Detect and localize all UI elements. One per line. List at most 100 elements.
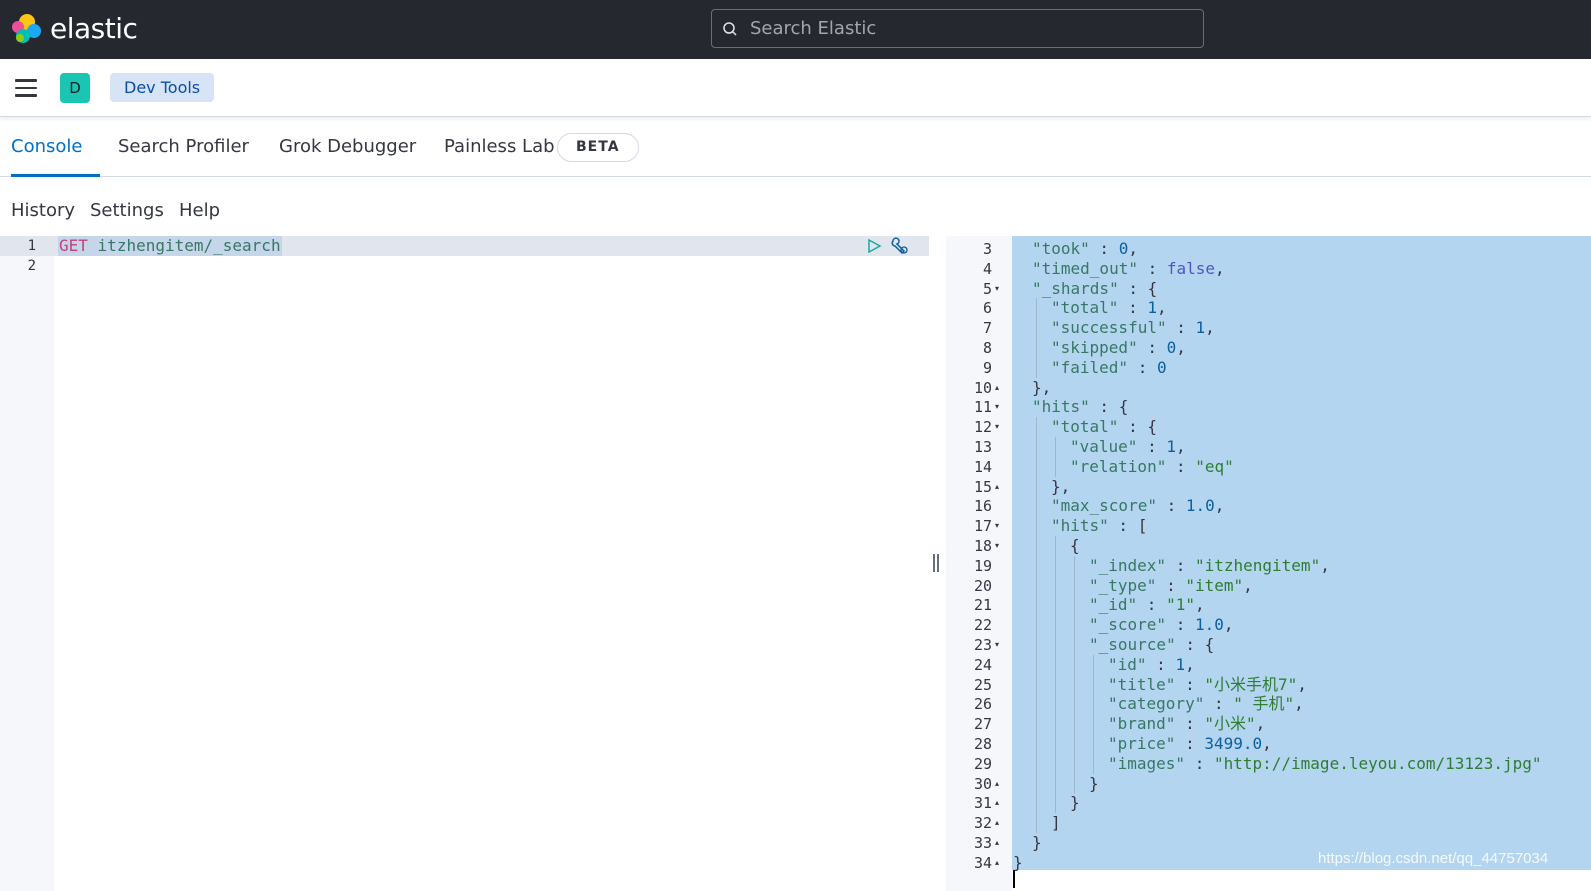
breadcrumb-bar: D Dev Tools (0, 59, 1591, 117)
response-line: 14 "relation" : "eq" (946, 456, 1591, 477)
response-line: 13 "value" : 1, (946, 437, 1591, 457)
response-text: "brand" : "小米", (1108, 714, 1266, 734)
fold-expanded-icon[interactable]: ▾ (995, 417, 1003, 437)
request-gutter (0, 236, 54, 891)
indent-guide (1074, 555, 1075, 576)
hamburger-menu-icon[interactable] (15, 79, 37, 97)
response-text: "total" : 1, (1051, 298, 1167, 318)
response-line: 25 "title" : "小米手机7", (946, 674, 1591, 695)
indent-guide (1093, 694, 1094, 715)
response-line: 8 "skipped" : 0, (946, 338, 1591, 358)
response-text: "_score" : 1.0, (1089, 615, 1234, 635)
line-number: 10 (973, 378, 992, 397)
response-text: "hits" : { (1032, 397, 1129, 417)
play-icon[interactable] (866, 238, 882, 254)
tab-painless-lab[interactable]: Painless Lab (444, 118, 555, 177)
breadcrumb-dev-tools[interactable]: Dev Tools (110, 73, 215, 102)
indent-guide (1074, 734, 1075, 754)
search-input[interactable] (750, 10, 1190, 47)
indent-guide (1055, 635, 1056, 655)
request-line[interactable]: GET itzhengitem/_search (58, 236, 282, 256)
line-number: 32 (973, 814, 992, 833)
response-line: 17 ▾ "hits" : [ (946, 516, 1591, 537)
global-search[interactable] (711, 9, 1204, 48)
response-text: "_index" : "itzhengitem", (1089, 555, 1330, 575)
line-number: 23 (973, 636, 992, 654)
indent-guide (1036, 714, 1037, 735)
response-text: "timed_out" : false, (1032, 258, 1225, 278)
request-editor[interactable]: 1 2 GET itzhengitem/_search (0, 236, 929, 891)
response-line: 31 ▴} (946, 793, 1591, 814)
response-line: 12 ▾ "total" : { (946, 417, 1591, 438)
beta-badge: BETA (557, 133, 639, 162)
fold-expanded-icon[interactable]: ▾ (995, 397, 1003, 417)
panel-resizer[interactable] (929, 236, 946, 891)
indent-guide (1036, 496, 1037, 517)
wrench-icon[interactable] (889, 236, 909, 256)
response-line: 24 "id" : 1, (946, 654, 1591, 675)
line-number: 6 (982, 299, 992, 318)
response-line: 3 "took" : 0, (946, 239, 1591, 259)
response-text: "took" : 0, (1032, 239, 1138, 258)
response-line: 19 "_index" : "itzhengitem", (946, 555, 1591, 576)
help-link[interactable]: Help (179, 200, 220, 221)
indent-guide (1036, 417, 1037, 438)
fold-expanded-icon[interactable]: ▾ (995, 635, 1003, 655)
fold-collapsed-icon[interactable]: ▴ (995, 853, 1003, 873)
drag-handle-icon[interactable] (933, 554, 941, 572)
fold-collapsed-icon[interactable]: ▴ (995, 477, 1003, 497)
indent-guide (1055, 575, 1056, 596)
space-avatar[interactable]: D (60, 73, 90, 103)
tab-grok-debugger[interactable]: Grok Debugger (279, 118, 416, 177)
indent-guide (1074, 674, 1075, 695)
response-line: 29 "images" : "http://image.leyou.com/131… (946, 753, 1591, 774)
tab-search-profiler[interactable]: Search Profiler (118, 118, 249, 177)
fold-expanded-icon[interactable]: ▾ (995, 536, 1003, 556)
indent-guide (1074, 694, 1075, 715)
response-line: 28 "price" : 3499.0, (946, 734, 1591, 754)
response-line: 10 ▴}, (946, 378, 1591, 398)
response-text: "category" : " 手机", (1108, 694, 1304, 714)
line-number: 30 (973, 774, 992, 793)
fold-collapsed-icon[interactable]: ▴ (995, 774, 1003, 794)
response-text: "failed" : 0 (1051, 357, 1167, 377)
response-text: } (1089, 773, 1099, 793)
indent-guide (1074, 615, 1075, 636)
fold-collapsed-icon[interactable]: ▴ (995, 793, 1003, 813)
elastic-logo-icon[interactable] (10, 13, 42, 45)
fold-expanded-icon[interactable]: ▾ (995, 516, 1003, 536)
indent-guide (1093, 674, 1094, 695)
response-text: ] (1051, 813, 1061, 833)
indent-guide (1036, 773, 1037, 794)
tab-console[interactable]: Console (11, 118, 101, 177)
fold-collapsed-icon[interactable]: ▴ (995, 833, 1003, 853)
line-number: 34 (973, 853, 992, 872)
indent-guide (1036, 595, 1037, 616)
response-line: 9 "failed" : 0 (946, 357, 1591, 378)
response-text: "hits" : [ (1051, 516, 1148, 536)
response-text: }, (1032, 377, 1052, 397)
response-line: 22 "_score" : 1.0, (946, 615, 1591, 636)
indent-guide (1055, 694, 1056, 715)
line-number: 21 (973, 596, 992, 615)
fold-collapsed-icon[interactable]: ▴ (995, 813, 1003, 833)
indent-guide (1074, 635, 1075, 655)
indent-guide (1036, 338, 1037, 358)
response-editor[interactable]: 3 "took" : 0, 4 "timed_out" : false, 5 ▾ "_sha… (946, 236, 1591, 891)
fold-expanded-icon[interactable]: ▾ (995, 279, 1003, 299)
settings-link[interactable]: Settings (90, 200, 164, 221)
indent-guide (1093, 714, 1094, 735)
indent-guide (1036, 555, 1037, 576)
indent-guide (1036, 674, 1037, 695)
fold-collapsed-icon[interactable]: ▴ (995, 378, 1003, 398)
indent-guide (1074, 654, 1075, 675)
indent-guide (1036, 813, 1037, 834)
indent-guide (1036, 437, 1037, 457)
response-line: 32 ▴] (946, 813, 1591, 834)
indent-guide (1055, 714, 1056, 735)
response-text: "price" : 3499.0, (1108, 734, 1272, 753)
history-link[interactable]: History (11, 200, 75, 221)
brand-name: elastic (50, 12, 138, 45)
indent-guide (1055, 615, 1056, 636)
indent-guide (1036, 476, 1037, 497)
